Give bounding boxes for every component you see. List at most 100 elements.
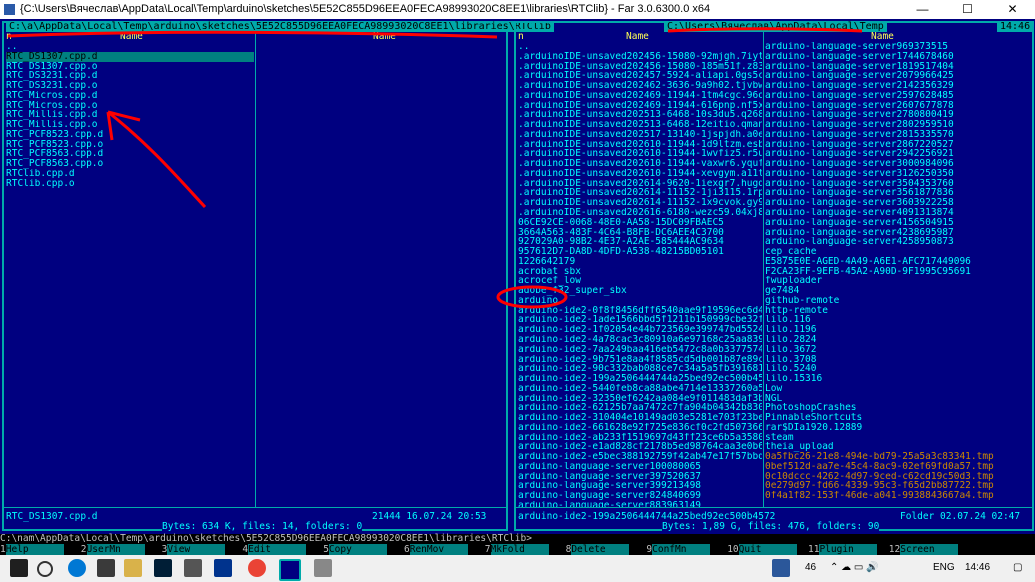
- task-view-icon[interactable]: [97, 559, 115, 577]
- left-panel-path[interactable]: C:\a\AppData\Local\Temp\arduino\sketches…: [6, 21, 554, 32]
- shell-icon[interactable]: [214, 559, 232, 577]
- file-entry[interactable]: arduino-language-server2867220527: [765, 140, 1029, 150]
- file-entry[interactable]: rar$DIa1920.12889: [765, 423, 1029, 433]
- file-entry[interactable]: .arduinoIDE-unsaved202610-11944-1wvfiz5.…: [518, 149, 762, 159]
- file-entry[interactable]: .arduinoIDE-unsaved202457-5924-aliapi.0g…: [518, 71, 762, 81]
- file-entry[interactable]: arduino-language-server3561877836: [765, 188, 1029, 198]
- right-sort-indicator[interactable]: n: [518, 32, 524, 42]
- file-entry[interactable]: arduino-language-server4238695987: [765, 228, 1029, 238]
- file-entry[interactable]: RTC_Millis.cpp.d: [6, 110, 254, 120]
- language-indicator[interactable]: ENG: [933, 562, 955, 573]
- file-entry[interactable]: arduino-language-server3126250350: [765, 169, 1029, 179]
- fkey-4[interactable]: 4Edit: [242, 544, 307, 555]
- fkey-7[interactable]: 7MkFold: [485, 544, 549, 555]
- file-entry[interactable]: RTC_DS1307.cpp.d: [6, 51, 254, 62]
- file-entry[interactable]: .arduinoIDE-unsaved202517-13140-1jspjdh.…: [518, 130, 762, 140]
- far-manager-icon[interactable]: [279, 559, 301, 581]
- file-entry[interactable]: acrocef_low: [518, 276, 762, 286]
- file-entry[interactable]: 1226642179: [518, 257, 762, 267]
- file-entry[interactable]: arduino-language-server399213498: [518, 481, 762, 491]
- fkey-1[interactable]: 1Help: [0, 544, 64, 555]
- file-explorer-icon[interactable]: [124, 559, 142, 577]
- file-entry[interactable]: ge7484: [765, 286, 1029, 296]
- file-entry[interactable]: arduino-language-server4258950873: [765, 237, 1029, 247]
- right-file-list-1[interactable]: .. .arduinoIDE-unsaved202456-15080-92mjgh…: [518, 42, 762, 507]
- left-col1-header[interactable]: Name: [120, 32, 143, 42]
- minimize-button[interactable]: —: [900, 0, 945, 19]
- file-entry[interactable]: arduino-ide2-62125b7aa7472c7fa904b04342b…: [518, 403, 762, 413]
- file-entry[interactable]: .arduinoIDE-unsaved202469-11944-1tm4cgc.…: [518, 91, 762, 101]
- file-entry[interactable]: arduino-ide2-310404e10149ad03e5281e703f2…: [518, 413, 762, 423]
- file-entry[interactable]: arduino-language-server2142356329: [765, 81, 1029, 91]
- file-entry[interactable]: lilo.1196: [765, 325, 1029, 335]
- file-entry[interactable]: arduino-language-server824840699: [518, 491, 762, 501]
- file-entry[interactable]: arduino-ide2-32350ef6242aa084e9f011483da…: [518, 394, 762, 404]
- file-entry[interactable]: github-remote: [765, 296, 1029, 306]
- file-entry[interactable]: .arduinoIDE-unsaved202614-11152-1x9cvok.…: [518, 198, 762, 208]
- file-entry[interactable]: arduino-language-server397520637: [518, 472, 762, 482]
- file-entry[interactable]: RTC_Micros.cpp.o: [6, 101, 254, 111]
- file-entry[interactable]: arduino-ide2-e5bec388192759f42ab47e17f57…: [518, 452, 762, 462]
- file-entry[interactable]: arduino-language-server4156504915: [765, 218, 1029, 228]
- left-col2-header[interactable]: Name: [373, 32, 396, 42]
- right-file-list-2[interactable]: arduino-language-server969373515 arduino-…: [765, 42, 1029, 507]
- right-panel[interactable]: C:\Users\Вячеслав\AppData\Local\Temp 14:…: [514, 21, 1034, 532]
- fkey-6[interactable]: 6RenMov: [404, 544, 468, 555]
- file-entry[interactable]: arduino-ide2-5440feb8ca88abe4714e1333726…: [518, 384, 762, 394]
- file-entry[interactable]: arduino-language-server2802959510: [765, 120, 1029, 130]
- file-entry[interactable]: 0c10dccc-4262-4d97-9ced-c62cd19c50d3.tmp: [765, 472, 1029, 482]
- file-entry[interactable]: NGL: [765, 394, 1029, 404]
- file-entry[interactable]: 0a5fbc26-21e8-494e-bd79-25a5a3c83341.tmp: [765, 452, 1029, 462]
- file-entry[interactable]: arduino-ide2-e1ad828cf2178b5ed98764caa3e…: [518, 442, 762, 452]
- fkey-5[interactable]: 5Copy: [323, 544, 387, 555]
- file-entry[interactable]: arduino-language-server2942256921: [765, 149, 1029, 159]
- file-entry[interactable]: arduino-ide2-ab233f1519697d43ff23ce6b5a3…: [518, 433, 762, 443]
- file-entry[interactable]: 0e279d97-fd66-4339-95c3-f65d2bb87722.tmp: [765, 481, 1029, 491]
- file-entry[interactable]: .arduinoIDE-unsaved202610-11944-1d9ltzm.…: [518, 140, 762, 150]
- file-entry[interactable]: lilo.3708: [765, 355, 1029, 365]
- file-entry[interactable]: steam: [765, 433, 1029, 443]
- tray-icons[interactable]: ⌃ ☁ ▭ 🔊: [830, 562, 879, 573]
- file-entry[interactable]: arduino-language-server100080065: [518, 462, 762, 472]
- file-entry[interactable]: lilo.5240: [765, 364, 1029, 374]
- file-entry[interactable]: .arduinoIDE-unsaved202610-11944-xevgym.a…: [518, 169, 762, 179]
- file-entry[interactable]: lilo.116: [765, 315, 1029, 325]
- file-entry[interactable]: .arduinoIDE-unsaved202456-15080-92mjgh.7…: [518, 52, 762, 62]
- file-entry[interactable]: lilo.15316: [765, 374, 1029, 384]
- left-sort-indicator[interactable]: n: [6, 32, 12, 42]
- fkey-8[interactable]: 8Delete: [566, 544, 630, 555]
- right-col2-header[interactable]: Name: [871, 32, 894, 42]
- file-entry[interactable]: arduino-language-server2607677878: [765, 101, 1029, 111]
- file-entry[interactable]: fwuploader: [765, 276, 1029, 286]
- weather-temp[interactable]: 46: [805, 562, 816, 573]
- file-entry[interactable]: .arduinoIDE-unsaved202462-3636-9a9h02.tj…: [518, 81, 762, 91]
- file-entry[interactable]: lilo.3672: [765, 345, 1029, 355]
- file-entry[interactable]: 927029A0-98B2-4E37-A2AE-585444AC9634: [518, 237, 762, 247]
- file-entry[interactable]: arduino-ide2-1ade1566bbd5f1211b150999cbe…: [518, 315, 762, 325]
- file-entry[interactable]: RTClib.cpp.o: [6, 179, 254, 189]
- taskbar-clock[interactable]: 14:46: [965, 562, 990, 573]
- file-entry[interactable]: arduino-language-server2597628485: [765, 91, 1029, 101]
- start-icon[interactable]: [10, 559, 28, 577]
- file-entry[interactable]: E5875E0E-AGED-4A49-A6E1-AFC717449096: [765, 257, 1029, 267]
- file-entry[interactable]: RTClib.cpp.d: [6, 169, 254, 179]
- file-entry[interactable]: arduino-language-server2780800419: [765, 110, 1029, 120]
- file-entry[interactable]: arduino-language-server1819517404: [765, 62, 1029, 72]
- close-button[interactable]: ✕: [990, 0, 1035, 19]
- fkey-2[interactable]: 2UserMn: [81, 544, 145, 555]
- left-file-list[interactable]: .. RTC_DS1307.cpp.d RTC_DS1307.cpp.o RTC_DS…: [6, 42, 254, 507]
- file-entry[interactable]: arduino-ide2-199a2506444744a25bed92ec500…: [518, 374, 762, 384]
- file-entry[interactable]: PinnableShortcuts: [765, 413, 1029, 423]
- file-entry[interactable]: RTC_PCF8523.cpp.d: [6, 130, 254, 140]
- file-entry[interactable]: 957612D7-DA8D-4DFD-A538-48215BD05101: [518, 247, 762, 257]
- app-icon[interactable]: [184, 559, 202, 577]
- file-entry[interactable]: RTC_DS3231.cpp.d: [6, 71, 254, 81]
- file-entry[interactable]: arduino-language-server3000984096: [765, 159, 1029, 169]
- file-entry[interactable]: arduino: [518, 296, 762, 306]
- file-entry[interactable]: arduino-ide2-0f8f8456dff6540aae9f19596ec…: [518, 306, 762, 316]
- file-entry[interactable]: .arduinoIDE-unsaved202614-11152-1ji3115.…: [518, 188, 762, 198]
- fkey-10[interactable]: 10Quit: [727, 544, 797, 555]
- edge-icon[interactable]: [68, 559, 86, 577]
- file-entry[interactable]: lilo.2824: [765, 335, 1029, 345]
- file-entry[interactable]: .arduinoIDE-unsaved202616-6180-wezc59.04…: [518, 208, 762, 218]
